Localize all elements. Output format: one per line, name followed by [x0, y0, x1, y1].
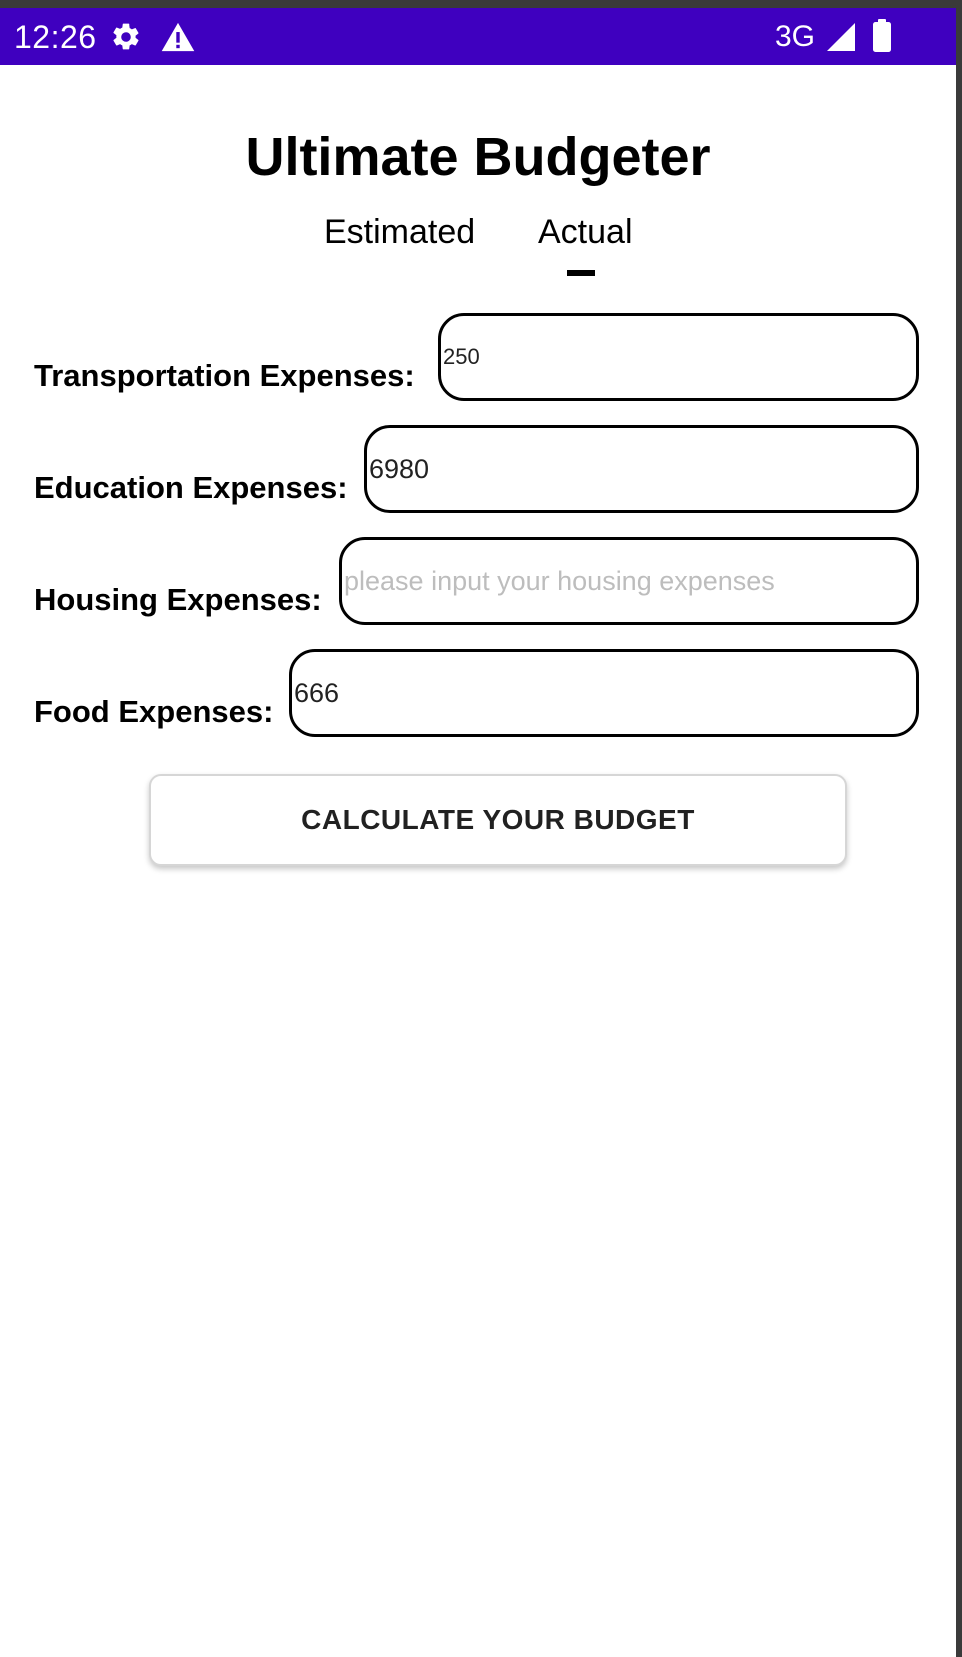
housing-expenses-input[interactable] [339, 537, 919, 625]
selected-tab-indicator [567, 270, 595, 276]
signal-icon [826, 22, 856, 57]
gear-icon [110, 21, 142, 58]
network-type: 3G [775, 20, 816, 53]
battery-icon [872, 19, 892, 58]
food-expenses-input[interactable] [289, 649, 919, 737]
tab-actual[interactable]: Actual [538, 213, 633, 252]
education-label: Education Expenses: [34, 470, 348, 505]
app-title: Ultimate Budgeter [245, 127, 711, 187]
tab-estimated[interactable]: Estimated [324, 213, 475, 252]
transportation-label: Transportation Expenses: [34, 358, 415, 393]
status-time: 12:26 [14, 19, 97, 55]
education-expenses-input[interactable] [364, 425, 919, 513]
housing-label: Housing Expenses: [34, 582, 322, 617]
calculate-budget-button[interactable]: CALCULATE YOUR BUDGET [149, 774, 847, 866]
app-screen: 12:26 3G Ultimate Budgeter Estimated Act… [0, 8, 956, 1657]
status-bar: 12:26 3G [0, 8, 956, 65]
warning-icon [161, 21, 195, 58]
food-label: Food Expenses: [34, 694, 274, 729]
transportation-expenses-input[interactable] [438, 313, 919, 401]
